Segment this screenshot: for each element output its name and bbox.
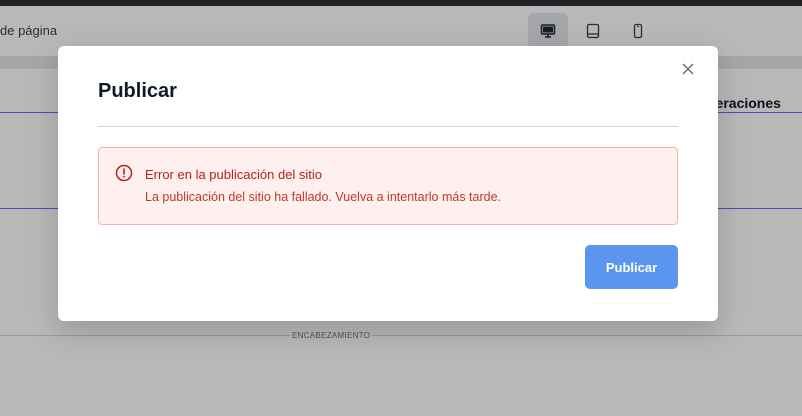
alert-title: Error en la publicación del sitio [145, 167, 323, 182]
error-alert: Error en la publicación del sitio La pub… [98, 147, 678, 225]
modal-title: Publicar [98, 80, 177, 102]
close-icon [682, 63, 694, 75]
publish-button[interactable]: Publicar [585, 245, 678, 289]
alert-circle-icon [115, 164, 133, 182]
close-button[interactable] [678, 59, 698, 79]
modal-divider [98, 126, 678, 127]
publish-modal: Publicar Error en la publicación del sit… [58, 46, 718, 321]
alert-message: La publicación del sitio ha fallado. Vue… [145, 190, 502, 204]
